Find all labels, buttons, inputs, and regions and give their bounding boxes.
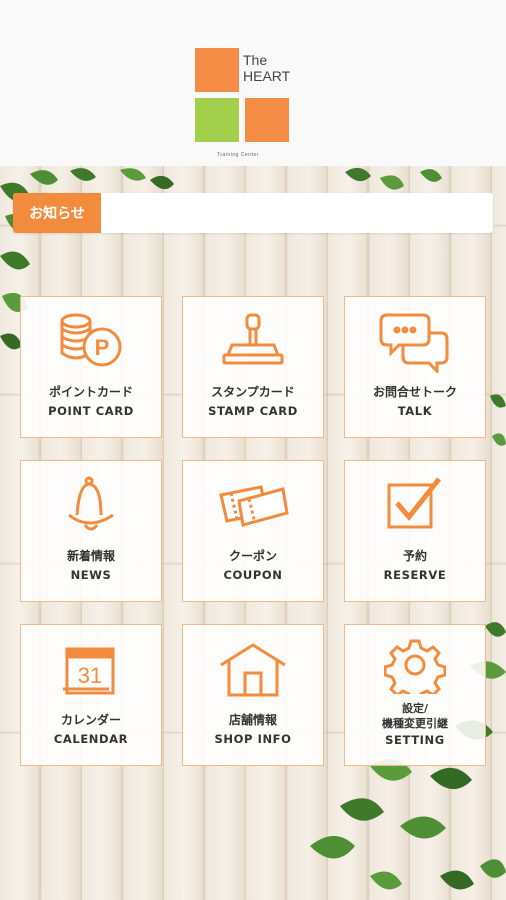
calendar-label-jp: カレンダー	[60, 713, 121, 727]
chat-icon	[375, 307, 455, 377]
house-icon	[213, 635, 293, 705]
stamp-card-label-en: STAMP CARD	[208, 404, 298, 418]
bell-icon	[51, 471, 131, 541]
calendar-label-en: CALENDAR	[53, 732, 129, 746]
gear-icon	[375, 635, 455, 695]
reserve-label-en: RESERVE	[383, 568, 447, 582]
setting-label-jp-line2: 機種変更引継	[382, 717, 448, 730]
coupon-icon	[213, 471, 293, 541]
point-card-label-jp: ポイントカード	[48, 385, 133, 399]
menu-tile-coupon[interactable]: クーポン COUPON	[182, 460, 324, 602]
svg-text:P: P	[95, 335, 110, 360]
calendar-icon: 31	[51, 635, 131, 705]
reserve-label-jp: 予約	[402, 549, 427, 563]
point-card-icon: P	[51, 307, 131, 377]
stamp-card-label-jp: スタンプカード	[211, 385, 295, 399]
coupon-label-en: COUPON	[223, 568, 283, 582]
calendar-day-number: 31	[78, 663, 102, 688]
talk-label-jp: お問合せトーク	[372, 385, 457, 399]
setting-label-jp: 設定/	[401, 702, 429, 715]
menu-tile-news[interactable]: 新着情報 NEWS	[20, 460, 162, 602]
setting-label-en: SETTING	[385, 733, 445, 747]
menu-tile-calendar[interactable]: 31 カレンダー CALENDAR	[20, 624, 162, 766]
menu-tile-talk[interactable]: お問合せトーク TALK	[344, 296, 486, 438]
app-header: The HEART Training Center	[0, 0, 506, 166]
news-label-jp: 新着情報	[66, 549, 115, 563]
notice-label: お知らせ	[13, 193, 101, 233]
coupon-label-jp: クーポン	[228, 549, 277, 563]
logo-square-orange-2	[245, 98, 289, 142]
logo-square-green	[195, 98, 239, 142]
menu-tile-setting[interactable]: 設定/ 機種変更引継 SETTING	[344, 624, 486, 766]
shop-info-label-en: SHOP INFO	[214, 732, 292, 746]
brand-logo: The HEART Training Center	[195, 48, 295, 166]
logo-line2: HEART	[243, 68, 291, 84]
checkbox-icon	[375, 471, 455, 541]
stamp-icon	[213, 307, 293, 377]
menu-tile-reserve[interactable]: 予約 RESERVE	[344, 460, 486, 602]
talk-label-en: TALK	[397, 404, 433, 418]
logo-line1: The	[243, 52, 268, 68]
logo-wordmark: The HEART	[243, 52, 290, 84]
notice-bar[interactable]: お知らせ	[13, 193, 493, 233]
logo-tagline: Training Center	[217, 152, 259, 158]
menu-tile-point-card[interactable]: P ポイントカード POINT CARD	[20, 296, 162, 438]
shop-info-label-jp: 店舗情報	[228, 713, 277, 727]
news-label-en: NEWS	[70, 568, 112, 582]
point-card-label-en: POINT CARD	[48, 404, 134, 418]
menu-tile-shop-info[interactable]: 店舗情報 SHOP INFO	[182, 624, 324, 766]
menu-tile-stamp-card[interactable]: スタンプカード STAMP CARD	[182, 296, 324, 438]
logo-square-orange	[195, 48, 239, 92]
